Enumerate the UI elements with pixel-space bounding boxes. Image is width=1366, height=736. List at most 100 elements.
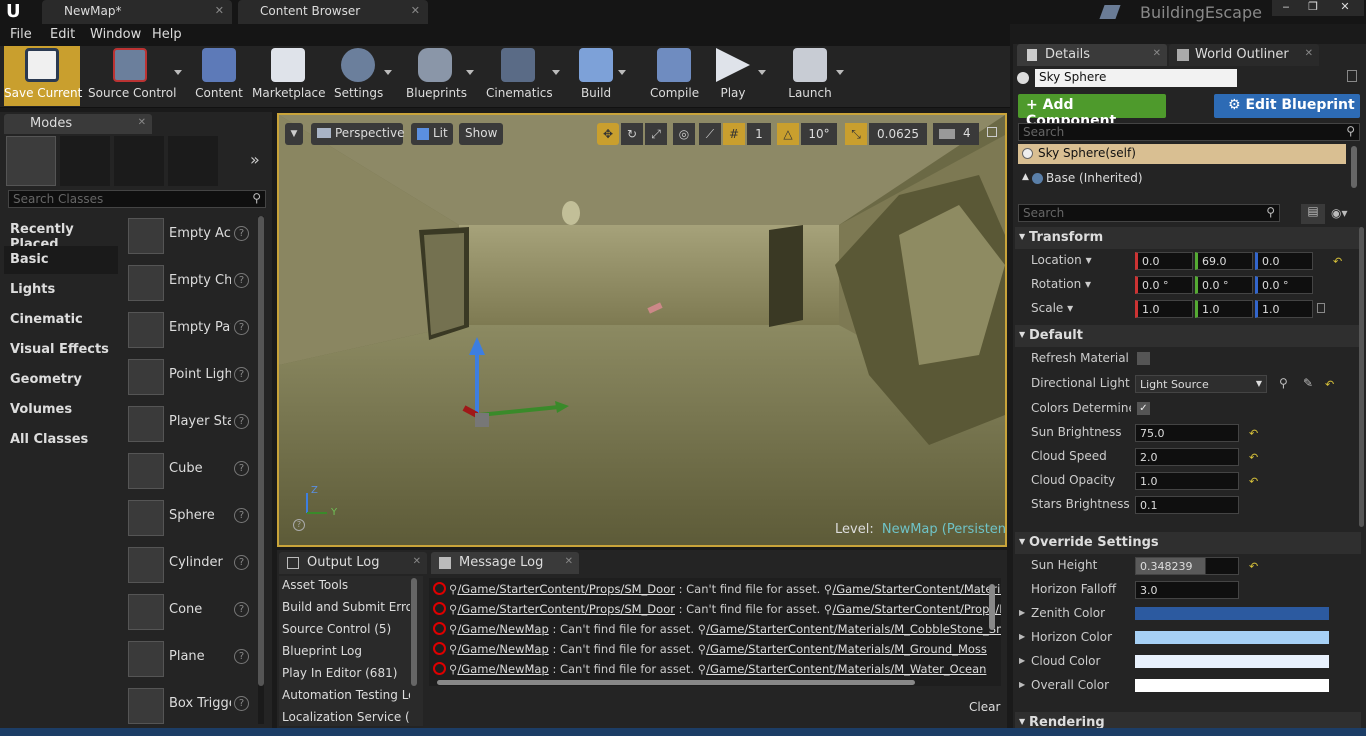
launch-button[interactable]: Launch xyxy=(786,48,844,106)
help-icon[interactable]: ? xyxy=(234,508,249,523)
source-control-button[interactable]: Source Control xyxy=(88,48,182,106)
angle-size[interactable]: 10° xyxy=(801,123,837,145)
place-item-point-light[interactable]: Point Light? xyxy=(124,355,256,401)
reset-arrow-icon[interactable]: ↶ xyxy=(1249,451,1258,464)
maximize-button[interactable]: ❐ xyxy=(1300,0,1326,16)
marketplace-button[interactable]: Marketplace xyxy=(252,48,326,106)
cinematics-button[interactable]: Cinematics xyxy=(486,48,560,106)
scale-x-field[interactable]: 1.0 xyxy=(1135,300,1193,318)
reset-arrow-icon[interactable]: ↶ xyxy=(1249,475,1258,488)
asset-link[interactable]: /Game/NewMap xyxy=(457,662,548,676)
help-icon[interactable]: ? xyxy=(234,461,249,476)
search-classes-input[interactable]: Search Classes ⚲ xyxy=(8,190,266,208)
blueprints-button[interactable]: Blueprints xyxy=(406,48,474,106)
location-z-field[interactable]: 0.0 xyxy=(1255,252,1313,270)
expand-arrow-icon[interactable]: ▶ xyxy=(1019,656,1025,665)
asset-link[interactable]: /Game/StarterContent/Props/SM_Door xyxy=(457,582,675,596)
content-button[interactable]: Content xyxy=(192,48,246,106)
grid-snap-button[interactable]: # xyxy=(723,123,745,145)
help-icon[interactable]: ? xyxy=(234,602,249,617)
visibility-eye-icon[interactable]: ◉▾ xyxy=(1331,206,1348,220)
log-category-item[interactable]: Blueprint Log xyxy=(282,644,410,658)
menu-help[interactable]: Help xyxy=(152,27,182,42)
lock-icon[interactable] xyxy=(1347,70,1357,82)
reset-arrow-icon[interactable]: ↶ xyxy=(1249,560,1258,573)
category-recently-placed[interactable]: Recently Placed xyxy=(4,216,118,252)
perspective-button[interactable]: Perspective xyxy=(311,123,405,145)
category-all-classes[interactable]: All Classes xyxy=(4,426,118,454)
asset-link[interactable]: /Game/StarterContent/Materials/M_CobbleS… xyxy=(706,622,1001,636)
level-viewport[interactable]: ▼ Perspective Lit Show ✥ ↻ ⤢ ◎ ⟋ # 1 △ 1… xyxy=(277,113,1007,547)
angle-snap-button[interactable]: △ xyxy=(777,123,799,145)
category-lights[interactable]: Lights xyxy=(4,276,118,304)
zenith-color-swatch[interactable] xyxy=(1135,607,1329,620)
location-label[interactable]: Location ▾ xyxy=(1031,253,1131,267)
help-icon[interactable]: ? xyxy=(234,226,249,241)
rotation-z-field[interactable]: 0.0 ° xyxy=(1255,276,1313,294)
help-icon[interactable]: ? xyxy=(234,555,249,570)
add-component-button[interactable]: + Add Component xyxy=(1018,94,1166,129)
asset-link[interactable]: /Game/StarterContent/Materials/M_Ground_… xyxy=(706,642,987,656)
close-icon[interactable]: ✕ xyxy=(411,4,420,17)
cloud-speed-field[interactable]: 2.0 xyxy=(1135,448,1239,466)
scrollbar[interactable] xyxy=(258,216,264,724)
sun-height-field[interactable]: 0.348239 xyxy=(1135,557,1239,575)
unreal-logo[interactable]: U xyxy=(6,2,28,22)
log-category-item[interactable]: Localization Service (1 xyxy=(282,710,410,724)
show-button[interactable]: Show xyxy=(459,123,503,145)
location-y-field[interactable]: 69.0 xyxy=(1195,252,1253,270)
grid-size[interactable]: 1 xyxy=(747,123,771,145)
build-button[interactable]: Build xyxy=(576,48,626,106)
category-geometry[interactable]: Geometry xyxy=(4,366,118,394)
place-item-cylinder[interactable]: Cylinder? xyxy=(124,543,256,589)
help-icon[interactable]: ? xyxy=(234,320,249,335)
viewport-options-button[interactable]: ▼ xyxy=(285,123,303,145)
log-category-item[interactable]: Automation Testing Log xyxy=(282,688,410,702)
camera-speed-button[interactable]: 4 xyxy=(933,123,979,145)
help-icon[interactable]: ? xyxy=(234,273,249,288)
close-icon[interactable]: ✕ xyxy=(215,4,224,17)
help-icon[interactable]: ? xyxy=(234,696,249,711)
section-transform[interactable]: ▼ Transform xyxy=(1015,227,1361,249)
asset-link[interactable]: /Game/NewMap xyxy=(457,622,548,636)
location-x-field[interactable]: 0.0 xyxy=(1135,252,1193,270)
expand-arrow-icon[interactable]: ▶ xyxy=(1019,680,1025,689)
eyedropper-icon[interactable]: ✎ xyxy=(1303,376,1313,390)
component-search-input[interactable]: Search ⚲ xyxy=(1018,123,1360,141)
category-basic[interactable]: Basic xyxy=(4,246,118,274)
cloud-opacity-field[interactable]: 1.0 xyxy=(1135,472,1239,490)
tab-output-log[interactable]: Output Log ✕ xyxy=(279,552,427,574)
component-base-row[interactable]: ▲ Base (Inherited) xyxy=(1018,169,1338,189)
cloud-color-swatch[interactable] xyxy=(1135,655,1329,668)
section-default[interactable]: ▼ Default xyxy=(1015,325,1361,347)
menu-file[interactable]: File xyxy=(10,27,32,42)
surface-snap-button[interactable]: ⟋ xyxy=(699,123,721,145)
horizon-falloff-field[interactable]: 3.0 xyxy=(1135,581,1239,599)
place-item-plane[interactable]: Plane? xyxy=(124,637,256,683)
save-current-button[interactable]: Save Current xyxy=(4,46,82,106)
play-button[interactable]: Play xyxy=(710,48,766,106)
rotation-label[interactable]: Rotation ▾ xyxy=(1031,277,1131,291)
tab-modes[interactable]: Modes ✕ xyxy=(4,114,152,134)
component-self-row[interactable]: Sky Sphere(self) xyxy=(1018,144,1346,164)
scrollbar[interactable] xyxy=(437,680,915,685)
scale-tool[interactable]: ⤢ xyxy=(645,123,667,145)
place-item-cube[interactable]: Cube? xyxy=(124,449,256,495)
close-icon[interactable]: ✕ xyxy=(565,556,573,567)
place-item-empty-character[interactable]: Empty Character? xyxy=(124,261,256,307)
rotation-y-field[interactable]: 0.0 ° xyxy=(1195,276,1253,294)
feedback-icon[interactable] xyxy=(1099,5,1121,19)
asset-link[interactable]: /Game/NewMap xyxy=(457,642,548,656)
horizon-color-swatch[interactable] xyxy=(1135,631,1329,644)
property-matrix-button[interactable]: ▤ xyxy=(1301,204,1325,224)
reset-arrow-icon[interactable]: ↶ xyxy=(1249,427,1258,440)
close-icon[interactable]: ✕ xyxy=(1305,48,1313,59)
edit-blueprint-button[interactable]: ⚙ Edit Blueprint xyxy=(1214,94,1360,118)
lock-icon[interactable] xyxy=(1317,303,1325,313)
category-cinematic[interactable]: Cinematic xyxy=(4,306,118,334)
translate-tool[interactable]: ✥ xyxy=(597,123,619,145)
close-icon[interactable]: ✕ xyxy=(1153,48,1161,59)
rotation-x-field[interactable]: 0.0 ° xyxy=(1135,276,1193,294)
colors-determined-checkbox[interactable]: ✓ xyxy=(1137,402,1150,415)
foliage-mode-button[interactable] xyxy=(168,136,218,186)
